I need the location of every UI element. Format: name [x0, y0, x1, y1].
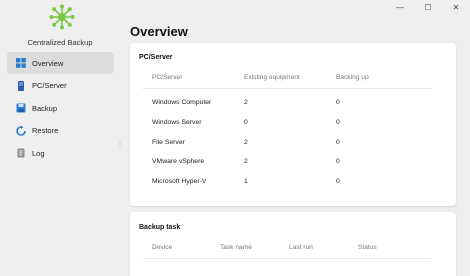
- row-device-name: Windows Computer: [152, 99, 212, 106]
- row-existing-count: 2: [244, 158, 248, 165]
- column-header-existing-equipment: Existing equipment: [244, 74, 300, 81]
- backup-icon: [16, 103, 26, 113]
- app-title: Centralized Backup: [27, 38, 93, 47]
- overview-grid-icon: [16, 58, 26, 68]
- sidebar-item-backup[interactable]: Backup: [7, 97, 114, 119]
- header-divider: [143, 258, 431, 259]
- log-icon: [16, 148, 26, 158]
- row-existing-count: 2: [244, 139, 248, 146]
- sidebar-item-label: Backup: [32, 103, 58, 113]
- maximize-button[interactable]: ☐: [414, 0, 442, 14]
- sidebar-item-label: PC/Server: [32, 81, 67, 91]
- column-header-backing-up: Backing up: [336, 74, 369, 81]
- page-title: Overview: [130, 24, 188, 39]
- row-device-name: Windows Server: [152, 119, 202, 126]
- row-backing-up-count: 0: [336, 178, 340, 185]
- row-device-name: Microsoft Hyper-V: [152, 178, 207, 185]
- row-device-name: File Server: [152, 139, 185, 146]
- sidebar-item-label: Restore: [32, 126, 59, 136]
- row-backing-up-count: 0: [336, 99, 340, 106]
- card-title: Backup task: [139, 224, 181, 231]
- sidebar-resize-handle[interactable]: ⋮: [117, 142, 123, 154]
- app-logo-icon: [49, 4, 75, 30]
- close-button[interactable]: ✕: [442, 0, 470, 14]
- window-controls: — ☐ ✕: [386, 0, 470, 14]
- row-existing-count: 2: [244, 99, 248, 106]
- sidebar-nav: Overview PC/Server Backup Restore Log: [7, 52, 114, 165]
- sidebar-item-log[interactable]: Log: [7, 142, 114, 164]
- sidebar-item-overview[interactable]: Overview: [7, 52, 114, 74]
- pc-server-icon: [16, 80, 26, 91]
- column-header-pc-server: PC/Server: [152, 74, 183, 81]
- column-header-last-run: Last run: [289, 244, 313, 251]
- row-existing-count: 1: [244, 178, 248, 185]
- minimize-button[interactable]: —: [386, 0, 414, 14]
- restore-icon: [16, 125, 26, 136]
- sidebar-item-restore[interactable]: Restore: [7, 120, 114, 142]
- column-header-task-name: Task name: [220, 244, 252, 251]
- column-header-device: Device: [152, 244, 173, 251]
- row-backing-up-count: 0: [336, 139, 340, 146]
- sidebar: Centralized Backup Overview PC/Server Ba…: [0, 0, 123, 276]
- row-device-name: VMware vSphere: [152, 158, 205, 165]
- backup-task-card: Backup task Device Task name Last run St…: [130, 212, 456, 276]
- row-existing-count: 0: [244, 119, 248, 126]
- header-divider: [143, 88, 431, 89]
- sidebar-item-pc-server[interactable]: PC/Server: [7, 75, 114, 97]
- sidebar-item-label: Overview: [32, 58, 64, 68]
- sidebar-item-label: Log: [32, 148, 45, 158]
- column-header-status: Status: [358, 244, 377, 251]
- pc-server-card: PC/Server PC/Server Existing equipment B…: [130, 43, 456, 206]
- row-backing-up-count: 0: [336, 119, 340, 126]
- row-backing-up-count: 0: [336, 158, 340, 165]
- card-title: PC/Server: [139, 54, 173, 61]
